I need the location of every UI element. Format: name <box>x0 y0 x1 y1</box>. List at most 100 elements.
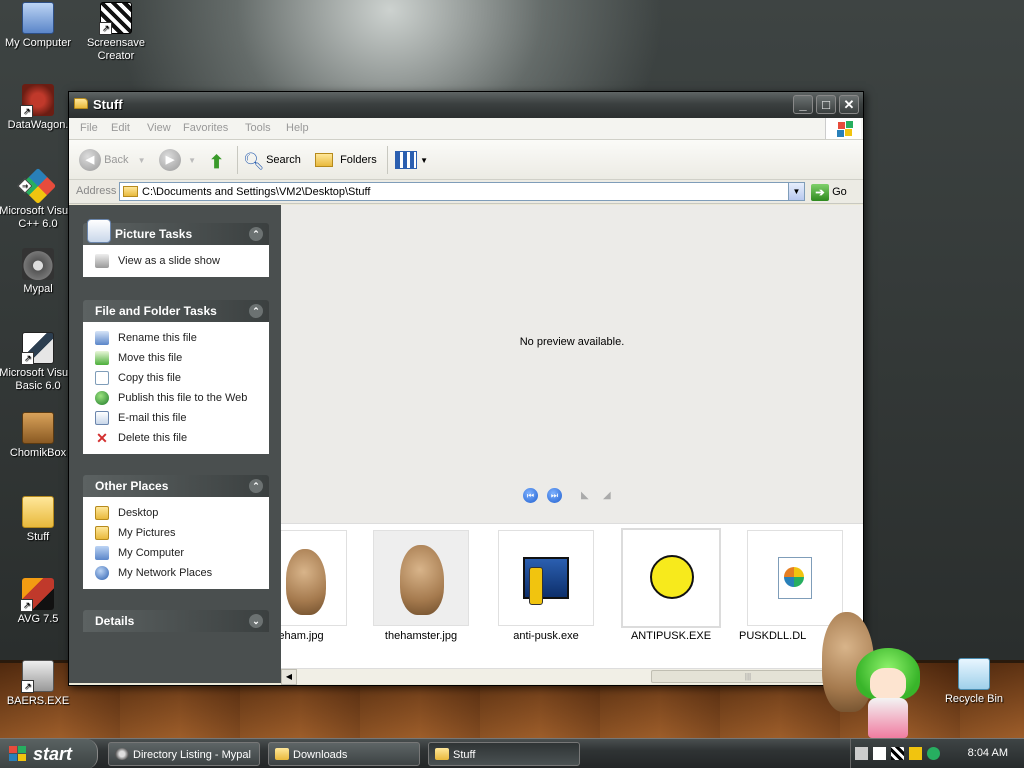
toolbar-separator <box>387 146 388 174</box>
menu-file[interactable]: File <box>80 122 98 134</box>
desktop-icon-mypal[interactable]: Mypal <box>0 248 78 296</box>
previous-image-button[interactable]: ⏮ <box>523 488 538 503</box>
desktop-icon-my-computer[interactable]: My Computer <box>0 2 78 50</box>
thumbnail <box>281 530 347 626</box>
folders-button[interactable]: Folders <box>315 148 377 172</box>
keyboard-icon[interactable] <box>855 747 868 760</box>
task-label: Rename this file <box>118 332 197 344</box>
start-button[interactable]: start <box>0 739 98 768</box>
clapperboard-icon <box>99 2 132 35</box>
scroll-left-button[interactable]: ◀ <box>281 669 297 685</box>
place-label: My Network Places <box>118 567 213 579</box>
taskbar-button-stuff[interactable]: Stuff <box>428 742 580 766</box>
clock[interactable]: 8:04 AM <box>968 747 1008 759</box>
thumbnail-caption: ANTIPUSK.EXE <box>630 630 712 642</box>
picture-tasks-header[interactable]: Picture Tasks ⌃ <box>83 219 269 245</box>
file-folder-tasks-header[interactable]: File and Folder Tasks ⌃ <box>83 300 269 322</box>
toolbar-separator <box>237 146 238 174</box>
task-delete-file[interactable]: ✕ Delete this file <box>95 428 259 448</box>
window-title: Stuff <box>93 97 123 112</box>
desktop-icon-chomikbox[interactable]: ChomikBox <box>0 412 78 460</box>
desktop-icon-label: BAERS.EXE <box>6 695 70 707</box>
place-my-network[interactable]: My Network Places <box>95 563 259 583</box>
task-email-file[interactable]: E-mail this file <box>95 408 259 428</box>
collapse-chevron-icon[interactable]: ⌃ <box>249 479 263 493</box>
task-rename-file[interactable]: Rename this file <box>95 328 259 348</box>
menu-view[interactable]: View <box>147 122 171 134</box>
other-places-header[interactable]: Other Places ⌃ <box>83 475 269 497</box>
title-bar[interactable]: Stuff _ □ ✕ <box>69 92 863 118</box>
rotate-counterclockwise-button[interactable]: ◢ <box>603 490 619 502</box>
tray-network-icon[interactable] <box>927 747 940 760</box>
menu-favorites[interactable]: Favorites <box>183 122 228 134</box>
folder-icon <box>74 98 88 109</box>
folder-icon <box>95 506 109 520</box>
thumbnail <box>621 528 721 628</box>
desktop-icon-visual-cpp[interactable]: Microsoft Visual C++ 6.0 <box>0 167 78 231</box>
up-folder-button[interactable]: ⬆ <box>209 148 229 172</box>
expand-chevron-icon[interactable]: ⌄ <box>249 614 263 628</box>
desktop-icon-label: Screensave Creator <box>86 37 146 62</box>
forward-button[interactable]: ▶ ▼ <box>159 148 196 172</box>
preview-message: No preview available. <box>519 336 625 348</box>
next-image-button[interactable]: ⏭ <box>547 488 562 503</box>
task-move-file[interactable]: Move this file <box>95 348 259 368</box>
desktop-icon-recycle-bin[interactable]: Recycle Bin <box>934 658 1014 706</box>
go-button[interactable]: ➔ Go <box>811 183 847 201</box>
place-label: My Computer <box>118 547 185 559</box>
copy-icon <box>95 371 109 385</box>
taskbar-button-label: Downloads <box>293 749 348 761</box>
task-publish-web[interactable]: Publish this file to the Web <box>95 388 259 408</box>
collapse-chevron-icon[interactable]: ⌃ <box>249 304 263 318</box>
back-arrow-icon: ◀ <box>79 149 101 172</box>
desktop-icon-screensave-creator[interactable]: Screensave Creator <box>76 2 156 63</box>
tray-app-icon[interactable] <box>873 747 886 760</box>
thumbnail <box>747 530 843 626</box>
desktop-icon-stuff[interactable]: Stuff <box>0 496 78 544</box>
scroll-thumb[interactable]: ||| <box>651 670 845 683</box>
taskbar-button-downloads[interactable]: Downloads <box>268 742 420 766</box>
explorer-window: Stuff _ □ ✕ File Edit View Favorites Too… <box>68 91 864 686</box>
file-folder-tasks-body: Rename this file Move this file Copy thi… <box>83 322 269 454</box>
folders-icon <box>315 153 333 168</box>
search-button[interactable]: 🔍︎ Search <box>243 148 301 172</box>
panel-title: Picture Tasks <box>115 227 193 241</box>
folder-icon <box>22 496 54 528</box>
desktop-icon-avg[interactable]: AVG 7.5 <box>0 578 78 626</box>
horizontal-scrollbar[interactable]: ◀ ||| <box>281 668 863 685</box>
desktop-icon-visual-basic[interactable]: Microsoft Visual Basic 6.0 <box>0 332 78 393</box>
task-pane: Picture Tasks ⌃ View as a slide show Fil… <box>69 205 281 683</box>
collapse-chevron-icon[interactable]: ⌃ <box>249 227 263 241</box>
desktop-icon-baers[interactable]: BAERS.EXE <box>0 660 78 708</box>
views-button[interactable]: ▼ <box>395 148 428 172</box>
back-button[interactable]: ◀ Back ▼ <box>79 148 146 172</box>
thumbnail-caption: anti-pusk.exe <box>513 630 579 642</box>
place-desktop[interactable]: Desktop <box>95 503 259 523</box>
thumbnail-caption: eham.jpg <box>281 630 324 642</box>
minimize-button[interactable]: _ <box>793 95 813 114</box>
tray-avg-icon[interactable] <box>909 747 922 760</box>
details-header[interactable]: Details ⌄ <box>83 610 269 632</box>
place-my-pictures[interactable]: My Pictures <box>95 523 259 543</box>
desktop-icon-datawagon[interactable]: DataWagon. <box>0 84 78 132</box>
desktop-icon-label: Mypal <box>23 283 53 295</box>
task-copy-file[interactable]: Copy this file <box>95 368 259 388</box>
tray-checker-icon[interactable] <box>891 747 904 760</box>
menu-tools[interactable]: Tools <box>245 122 271 134</box>
address-label: Address <box>76 185 117 197</box>
close-button[interactable]: ✕ <box>839 95 859 114</box>
place-my-computer[interactable]: My Computer <box>95 543 259 563</box>
desktop-icon-label: Stuff <box>26 531 50 543</box>
taskbar-button-mypal[interactable]: Directory Listing - Mypal <box>108 742 260 766</box>
menu-edit[interactable]: Edit <box>111 122 130 134</box>
address-input[interactable]: C:\Documents and Settings\VM2\Desktop\St… <box>119 182 805 201</box>
up-arrow-icon: ⬆ <box>209 152 225 173</box>
rotate-clockwise-button[interactable]: ◣ <box>581 490 597 502</box>
task-view-slideshow[interactable]: View as a slide show <box>95 251 259 271</box>
other-places-body: Desktop My Pictures My Computer My Netwo… <box>83 497 269 589</box>
dll-gear-icon <box>784 567 804 587</box>
address-dropdown-button[interactable]: ▼ <box>788 183 804 200</box>
menu-help[interactable]: Help <box>286 122 309 134</box>
maximize-button[interactable]: □ <box>816 95 836 114</box>
back-label: Back <box>104 154 129 166</box>
